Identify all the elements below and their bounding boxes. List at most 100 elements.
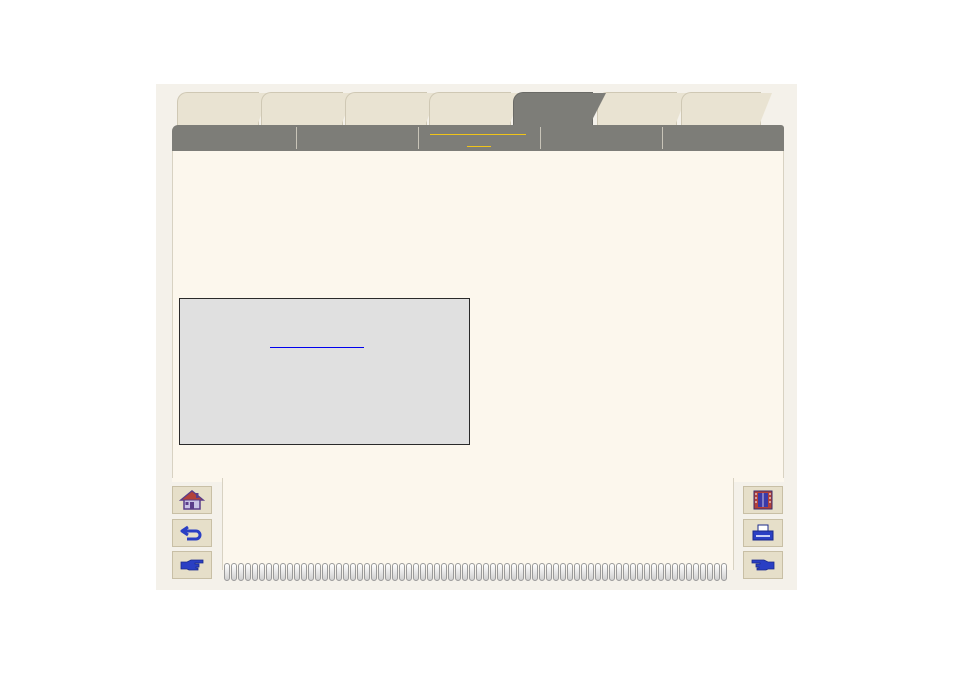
spiral-coil [679, 563, 685, 581]
spiral-coil [259, 563, 265, 581]
spiral-coil [574, 563, 580, 581]
next-button[interactable] [172, 551, 212, 579]
tab-7[interactable] [681, 92, 772, 128]
spiral-coil [427, 563, 433, 581]
spiral-coil [287, 563, 293, 581]
spiral-coil [686, 563, 692, 581]
spiral-coil [546, 563, 552, 581]
spiral-coil [707, 563, 713, 581]
spiral-coil [630, 563, 636, 581]
contents-book-icon [750, 489, 776, 511]
back-button[interactable] [172, 519, 212, 547]
spiral-coil [322, 563, 328, 581]
spiral-coil [553, 563, 559, 581]
spiral-coil [357, 563, 363, 581]
spiral-coil [644, 563, 650, 581]
spiral-coil [483, 563, 489, 581]
spiral-coil [672, 563, 678, 581]
note-link[interactable] [270, 335, 364, 348]
spiral-coil [371, 563, 377, 581]
spiral-coil [623, 563, 629, 581]
spiral-coil [602, 563, 608, 581]
home-icon [179, 489, 205, 511]
spiral-coil [343, 563, 349, 581]
spiral-coil [350, 563, 356, 581]
spiral-coil [301, 563, 307, 581]
spiral-coil [308, 563, 314, 581]
tab-6[interactable] [597, 92, 688, 128]
spiral-coil [525, 563, 531, 581]
spiral-coil [378, 563, 384, 581]
spiral-coil [714, 563, 720, 581]
spiral-coil [581, 563, 587, 581]
subtab-4[interactable] [541, 127, 663, 149]
spiral-coil [336, 563, 342, 581]
spiral-coil [651, 563, 657, 581]
home-button[interactable] [172, 486, 212, 514]
spiral-coil [595, 563, 601, 581]
subtab-5[interactable] [663, 127, 784, 149]
subtab-2[interactable] [297, 127, 419, 149]
spiral-coil [658, 563, 664, 581]
spiral-coil [399, 563, 405, 581]
contents-button[interactable] [743, 486, 783, 514]
spiral-coil [693, 563, 699, 581]
spiral-coil [490, 563, 496, 581]
spiral-coil [441, 563, 447, 581]
spiral-coil [280, 563, 286, 581]
spiral-coil [434, 563, 440, 581]
printer-icon [750, 522, 776, 544]
spiral-coil [413, 563, 419, 581]
spiral-coil [266, 563, 272, 581]
print-button[interactable] [743, 519, 783, 547]
spiral-coil [504, 563, 510, 581]
spiral-coil [462, 563, 468, 581]
spiral-coil [476, 563, 482, 581]
spiral-binding [224, 563, 730, 583]
spiral-coil [245, 563, 251, 581]
spiral-coil [497, 563, 503, 581]
spiral-coil [539, 563, 545, 581]
spiral-coil [224, 563, 230, 581]
spiral-coil [511, 563, 517, 581]
spiral-coil [532, 563, 538, 581]
tab-5-active[interactable] [513, 92, 606, 128]
tab-3[interactable] [345, 92, 438, 128]
pointing-hand-right-icon [179, 556, 205, 574]
spiral-coil [294, 563, 300, 581]
spiral-coil [700, 563, 706, 581]
spiral-coil [721, 563, 727, 581]
spiral-coil [252, 563, 258, 581]
tab-1[interactable] [177, 92, 270, 128]
spiral-coil [364, 563, 370, 581]
spiral-coil [315, 563, 321, 581]
spiral-coil [385, 563, 391, 581]
pointing-hand-left-icon [750, 556, 776, 574]
spiral-coil [665, 563, 671, 581]
tab-4[interactable] [429, 92, 522, 128]
spiral-coil [560, 563, 566, 581]
spiral-coil [518, 563, 524, 581]
spiral-coil [588, 563, 594, 581]
spiral-coil [392, 563, 398, 581]
spiral-coil [609, 563, 615, 581]
note-box [179, 298, 470, 445]
spiral-coil [455, 563, 461, 581]
spiral-coil [448, 563, 454, 581]
active-subtab-underline [430, 134, 526, 135]
spiral-coil [616, 563, 622, 581]
content-page-bottom [222, 478, 734, 570]
spiral-coil [406, 563, 412, 581]
previous-button[interactable] [743, 551, 783, 579]
spiral-coil [238, 563, 244, 581]
spiral-coil [231, 563, 237, 581]
spiral-coil [637, 563, 643, 581]
subtab-1[interactable] [172, 127, 297, 149]
spiral-coil [329, 563, 335, 581]
back-arrow-icon [179, 522, 205, 544]
tab-2[interactable] [261, 92, 354, 128]
spiral-coil [469, 563, 475, 581]
spiral-coil [567, 563, 573, 581]
subtab-bar [172, 125, 784, 151]
spiral-coil [420, 563, 426, 581]
